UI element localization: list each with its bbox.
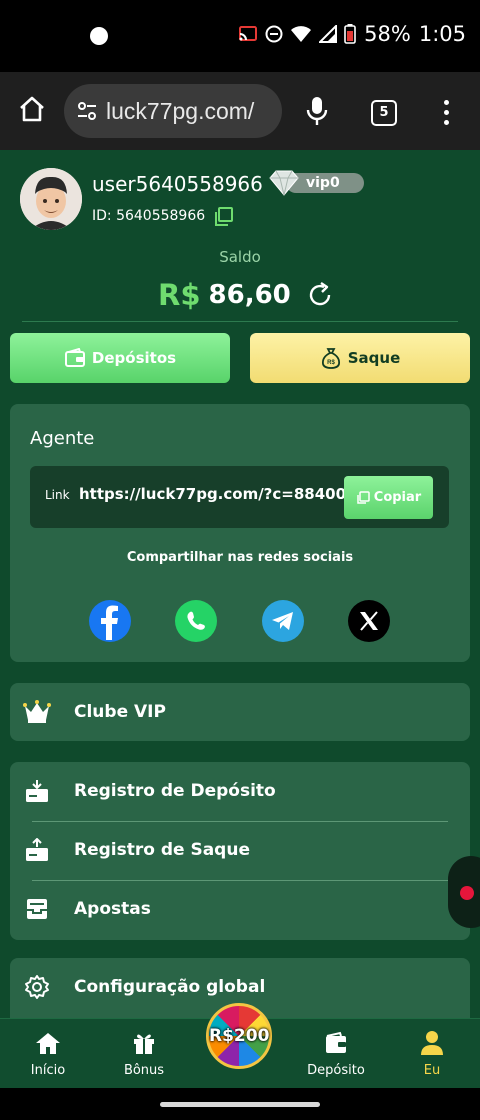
nav-deposit-label: Depósito: [307, 1063, 365, 1078]
avatar[interactable]: [20, 168, 82, 230]
dnd-icon: [265, 25, 283, 43]
nav-bonus[interactable]: Bônus: [104, 1029, 184, 1078]
menu-item-vip-club[interactable]: Clube VIP: [22, 692, 442, 732]
microphone-icon[interactable]: [306, 96, 328, 126]
cast-icon: [239, 26, 258, 41]
copy-icon: [357, 490, 370, 504]
user-id: ID: 5640558966: [92, 208, 206, 224]
menu-label: Apostas: [74, 899, 151, 919]
telegram-share-button[interactable]: [262, 600, 304, 642]
nav-me[interactable]: Eu: [392, 1029, 472, 1078]
referral-link-box: Link https://luck77pg.com/?c=884000 Copi…: [30, 466, 449, 528]
whatsapp-icon: [187, 611, 205, 630]
menu-icon[interactable]: [444, 100, 450, 130]
facebook-share-button[interactable]: [89, 600, 131, 642]
status-bar: 58% 1:05: [0, 0, 480, 72]
balance: R$ 86,60: [158, 278, 335, 312]
nav-me-label: Eu: [423, 1063, 441, 1078]
vip-club-card[interactable]: Clube VIP: [10, 683, 470, 741]
facebook-icon: [101, 605, 118, 640]
bottom-nav: Início Bônus R$200 Depósito Eu: [0, 1003, 480, 1089]
nav-home-label: Início: [30, 1063, 66, 1078]
deposit-record-icon: [26, 780, 48, 802]
menu-item-deposit-record[interactable]: Registro de Depósito: [22, 771, 442, 811]
clock: 1:05: [418, 22, 466, 46]
nav-bonus-label: Bônus: [123, 1063, 165, 1078]
divider: [32, 880, 448, 881]
wallet-icon: [326, 1031, 346, 1053]
whatsapp-share-button[interactable]: [175, 600, 217, 642]
withdraw-button-label: Saque: [347, 349, 401, 367]
share-title: Compartilhar nas redes sociais: [126, 550, 354, 565]
crown-icon: [23, 700, 51, 723]
withdraw-button[interactable]: R$ Saque: [250, 333, 470, 383]
deposit-button[interactable]: Depósitos: [10, 333, 230, 383]
nav-deposit[interactable]: Depósito: [296, 1029, 376, 1078]
gear-icon: [25, 975, 49, 999]
menu-label: Registro de Saque: [74, 840, 250, 860]
divider: [22, 321, 458, 322]
battery-percent: 58%: [364, 22, 411, 46]
menu-label: Clube VIP: [74, 702, 166, 722]
prize-wheel-button[interactable]: R$200: [206, 1003, 272, 1069]
x-share-button[interactable]: [348, 600, 390, 642]
camera-dot: [90, 27, 108, 45]
diamond-icon: [269, 170, 299, 196]
wifi-icon: [291, 26, 312, 42]
copy-link-button[interactable]: Copiar: [344, 476, 433, 519]
balance-label: Saldo: [219, 248, 261, 266]
vip-badge[interactable]: vip0: [268, 170, 364, 196]
menu-item-global-settings[interactable]: Configuração global: [22, 967, 442, 1007]
copy-icon[interactable]: [212, 206, 234, 228]
record-dot-icon: [460, 886, 474, 900]
agent-card: Agente Link https://luck77pg.com/?c=8840…: [10, 404, 470, 662]
tab-switcher-button[interactable]: 5: [371, 100, 397, 126]
x-icon: [360, 611, 378, 631]
deposit-button-label: Depósitos: [91, 349, 177, 367]
referral-link[interactable]: https://luck77pg.com/?c=884000: [79, 485, 344, 503]
home-gesture-bar[interactable]: [160, 1102, 320, 1107]
gift-icon: [134, 1034, 154, 1054]
user-icon: [421, 1031, 443, 1055]
balance-currency: R$: [158, 278, 201, 312]
url-text[interactable]: luck77pg.com/: [106, 98, 276, 125]
link-label: Link: [45, 488, 70, 502]
username: user5640558966: [92, 172, 263, 196]
browser-toolbar: luck77pg.com/ 5: [0, 72, 480, 151]
balance-amount: 86,60: [208, 280, 291, 310]
wallet-icon: [64, 348, 85, 367]
profile-page: user5640558966 vip0 ID: 5640558966 Saldo…: [0, 150, 480, 1018]
nav-home[interactable]: Início: [8, 1029, 88, 1078]
withdraw-record-icon: [26, 838, 48, 861]
menu-label: Registro de Depósito: [74, 781, 276, 801]
divider: [32, 821, 448, 822]
bets-icon: [27, 899, 47, 919]
home-icon[interactable]: [17, 94, 47, 124]
copy-link-label: Copiar: [373, 490, 422, 505]
agent-title: Agente: [30, 428, 95, 449]
telegram-icon: [272, 612, 293, 630]
menu-item-bets[interactable]: Apostas: [22, 889, 442, 929]
site-settings-icon[interactable]: [76, 100, 98, 122]
address-bar[interactable]: luck77pg.com/: [64, 84, 282, 138]
home-icon: [36, 1033, 60, 1054]
menu-label: Configuração global: [74, 977, 266, 997]
money-bag-icon: R$: [321, 348, 340, 369]
svg-text:R$: R$: [327, 360, 335, 366]
signal-icon: [319, 25, 338, 43]
system-nav-bar: [0, 1088, 480, 1120]
battery-icon: [344, 24, 356, 44]
prize-wheel-label: R$200: [209, 1026, 270, 1046]
records-card: Registro de Depósito Registro de Saque A…: [10, 762, 470, 940]
avatar-image: [20, 168, 82, 230]
menu-item-withdraw-record[interactable]: Registro de Saque: [22, 830, 442, 870]
status-right: 58% 1:05: [238, 22, 466, 46]
refresh-icon[interactable]: [305, 280, 335, 310]
floating-record-button[interactable]: [448, 856, 480, 928]
